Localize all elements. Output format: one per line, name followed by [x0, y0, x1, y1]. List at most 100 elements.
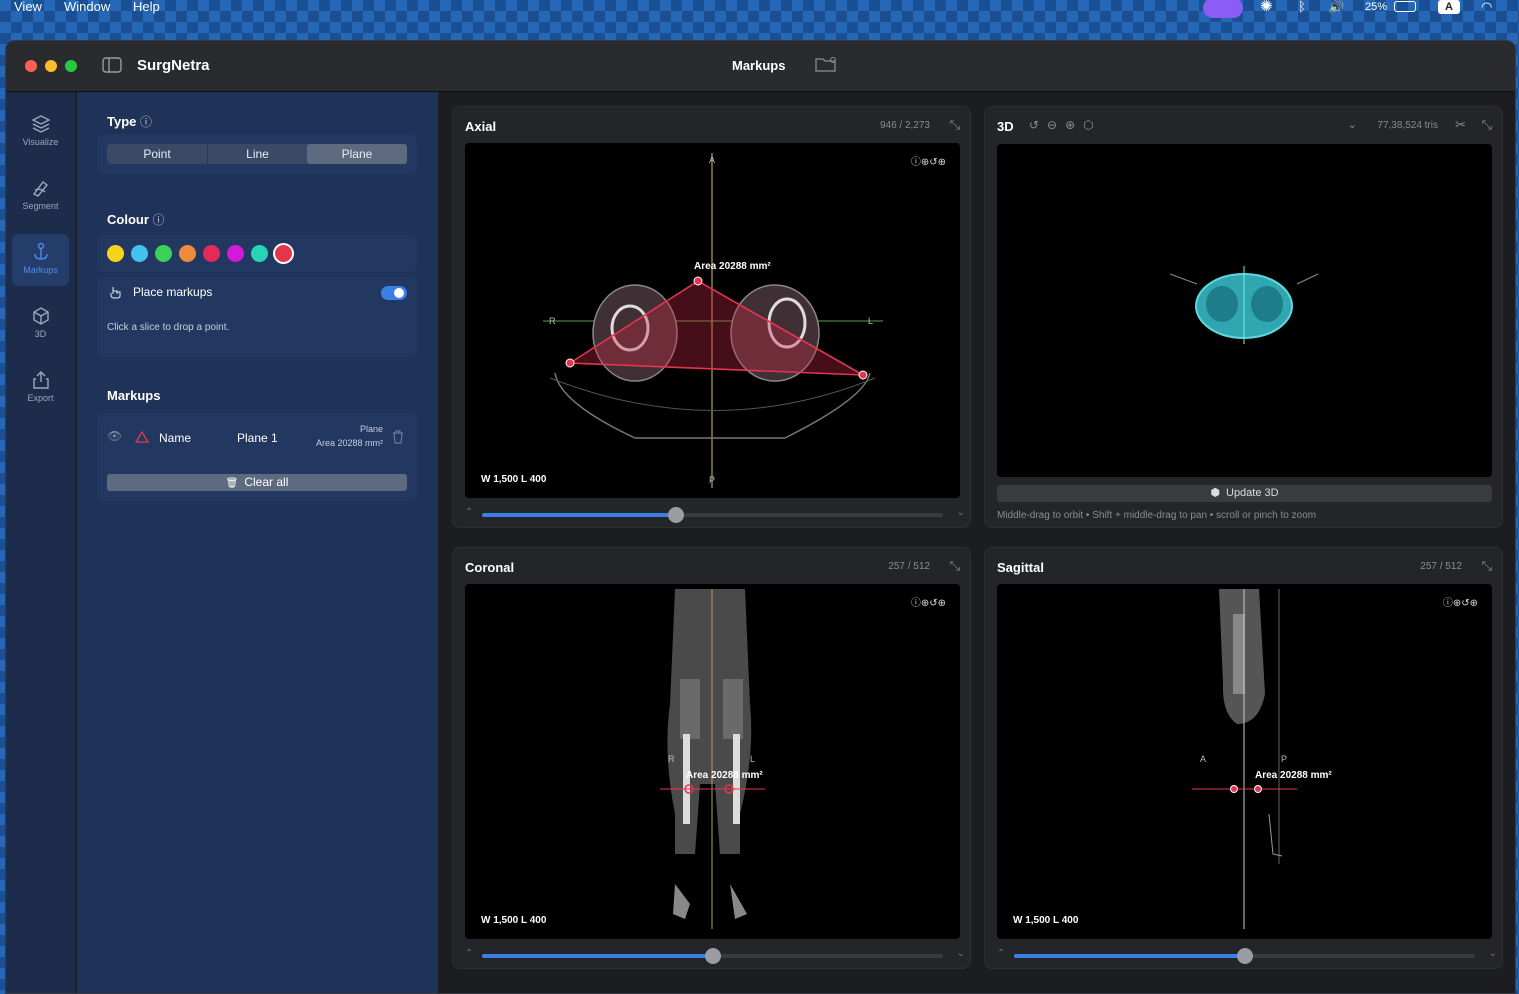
window-title: Markups	[732, 58, 786, 73]
sidebar-toggle-icon[interactable]	[102, 57, 122, 73]
markups-list-card: 👁 Name Plane 1 Plane Area 20288 mm² 🗑 Cle…	[97, 413, 417, 501]
colour-swatch[interactable]	[179, 245, 196, 262]
colour-swatch[interactable]	[251, 245, 268, 262]
rail-item-markups[interactable]: Markups	[12, 234, 69, 286]
pin-icon	[33, 242, 48, 260]
chevron-up-icon[interactable]: ⌃	[997, 948, 1005, 959]
chevron-down-icon[interactable]: ⌄	[957, 948, 965, 959]
coronal-slice-count: 257 / 512	[888, 561, 930, 572]
battery-icon[interactable]	[1394, 1, 1416, 12]
colour-swatch[interactable]	[131, 245, 148, 262]
brush-icon	[32, 181, 48, 197]
slider-knob[interactable]	[1236, 948, 1253, 964]
minimize-button[interactable]	[45, 60, 57, 72]
update-3d-label: Update 3D	[1226, 487, 1279, 499]
chevron-down-icon[interactable]: ⌄	[1348, 118, 1357, 131]
window-level: W 1,500 L 400	[1013, 915, 1079, 926]
nav-rail: Visualize Segment Markups 3D Export	[6, 92, 76, 993]
trash-icon: 🗑	[225, 478, 239, 489]
slider-knob[interactable]	[667, 507, 684, 523]
title-bar: SurgNetra Markups	[6, 41, 1515, 92]
expand-icon[interactable]: ⤡	[950, 117, 960, 133]
toggle-knob	[394, 288, 404, 298]
coronal-slice-slider[interactable]	[482, 948, 943, 964]
expand-icon[interactable]: ⤡	[1482, 558, 1492, 574]
input-source-icon[interactable]: A	[1438, 0, 1460, 14]
coronal-title: Coronal	[465, 560, 515, 575]
layers-icon	[30, 115, 51, 133]
coronal-canvas[interactable]: ⓘ⊕↺⊕ R L Area 20288 mm² W 1,500 L 400	[465, 584, 960, 939]
markups-panel: Type ⓘ Point Line Plane Colour ⓘ Place m…	[77, 92, 438, 993]
markup-detail: Area 20288 mm²	[315, 438, 383, 448]
window-level: W 1,500 L 400	[481, 474, 547, 485]
folder-icon[interactable]	[814, 55, 838, 73]
triangle-count: 77,38,524 tris	[1377, 120, 1438, 131]
rail-item-export[interactable]: Export	[12, 362, 69, 412]
chevron-down-icon[interactable]: ⌄	[1489, 948, 1497, 959]
place-markups-toggle[interactable]	[381, 286, 407, 300]
info-icon[interactable]: ⓘ	[140, 115, 152, 129]
type-point-button[interactable]: Point	[107, 144, 207, 164]
markup-name: Plane 1	[237, 431, 278, 445]
brightness-icon[interactable]: ✺	[1260, 0, 1273, 14]
axial-canvas[interactable]: ⓘ⊕↺⊕ A P R L Area 20288 mm² W 1,500 L 40…	[465, 143, 960, 498]
slider-fill	[482, 954, 713, 958]
colour-swatch[interactable]	[227, 245, 244, 262]
scissors-icon[interactable]: ✂	[1455, 117, 1466, 133]
wifi-icon[interactable]: ◠	[1481, 0, 1492, 14]
right-label: R	[668, 754, 675, 764]
type-plane-button[interactable]: Plane	[307, 144, 407, 164]
colour-swatch[interactable]	[275, 245, 292, 262]
rail-label: Segment	[22, 201, 59, 211]
menu-help[interactable]: Help	[133, 0, 160, 14]
rail-label: Markups	[23, 265, 58, 275]
trash-icon[interactable]	[392, 430, 404, 444]
chevron-up-icon[interactable]: ⌃	[465, 507, 473, 518]
update-3d-button[interactable]: ⬢ Update 3D	[997, 485, 1492, 502]
chevron-up-icon[interactable]: ⌃	[465, 948, 473, 959]
hand-pointer-icon	[110, 287, 121, 299]
chevron-down-icon[interactable]: ⌄	[957, 507, 965, 518]
zoom-button[interactable]	[65, 60, 77, 72]
markup-row[interactable]: 👁 Name Plane 1 Plane Area 20288 mm²	[97, 413, 417, 463]
colour-swatch[interactable]	[107, 245, 124, 262]
posterior-label: P	[709, 475, 716, 485]
type-line-button[interactable]: Line	[207, 144, 307, 164]
3d-canvas[interactable]	[997, 144, 1492, 477]
close-button[interactable]	[25, 60, 37, 72]
left-label: L	[868, 316, 874, 326]
rail-item-segment[interactable]: Segment	[12, 170, 69, 220]
menu-view[interactable]: View	[14, 0, 42, 14]
3d-title: 3D	[997, 119, 1014, 134]
volume-icon[interactable]: 🔊	[1328, 0, 1344, 14]
rail-item-3d[interactable]: 3D	[12, 298, 69, 348]
area-annotation: Area 20288 mm²	[1255, 770, 1332, 781]
info-icon[interactable]: ⓘ	[153, 213, 165, 227]
eye-icon[interactable]: 👁	[107, 429, 122, 443]
slider-fill	[1014, 954, 1245, 958]
markup-kind: Plane	[359, 424, 383, 434]
sagittal-slice-slider[interactable]	[1014, 948, 1475, 964]
3d-hint: Middle-drag to orbit • Shift + middle-dr…	[997, 510, 1317, 521]
rail-item-visualize[interactable]: Visualize	[12, 106, 69, 156]
slider-knob[interactable]	[704, 948, 721, 964]
posterior-label: P	[1281, 754, 1288, 764]
expand-icon[interactable]: ⤡	[950, 558, 960, 574]
3d-toolbar-icons[interactable]: ↺⊖⊕⬡	[1029, 118, 1102, 132]
axial-slice-image	[543, 153, 883, 488]
sagittal-canvas[interactable]: ⓘ⊕↺⊕ A P Area 20288 mm² W 1,500 L 400	[997, 584, 1492, 939]
sagittal-view: Sagittal 257 / 512 ⤡ ⓘ⊕↺⊕ A P Area 20288…	[984, 547, 1503, 969]
axial-slice-slider[interactable]	[482, 507, 943, 523]
screen-share-icon[interactable]	[1203, 0, 1243, 18]
sagittal-slice-count: 257 / 512	[1420, 561, 1462, 572]
place-markups-label: Place markups	[133, 285, 213, 299]
colour-swatch[interactable]	[203, 245, 220, 262]
clear-all-button[interactable]: 🗑 Clear all	[107, 474, 407, 491]
colour-swatch[interactable]	[155, 245, 172, 262]
cube-icon: ⬢	[1210, 487, 1220, 499]
anterior-label: A	[1200, 754, 1207, 764]
bluetooth-icon[interactable]: ᛒ	[1298, 0, 1306, 14]
slider-fill	[482, 513, 676, 517]
expand-icon[interactable]: ⤡	[1482, 117, 1492, 133]
menu-window[interactable]: Window	[64, 0, 110, 14]
